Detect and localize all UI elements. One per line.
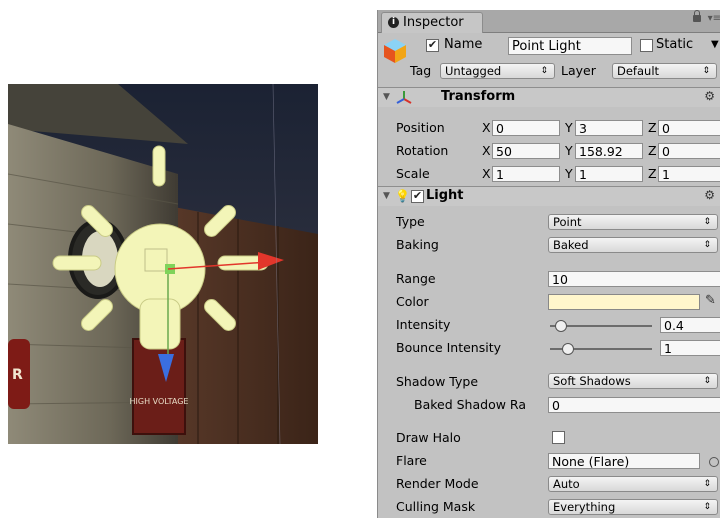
rotation-z-field[interactable]: 0 [658, 143, 720, 159]
foldout-arrow-icon[interactable]: ▼ [383, 191, 390, 201]
scale-z-label[interactable]: Z [648, 166, 657, 181]
name-field[interactable]: Point Light [508, 37, 632, 55]
chevron-icon: ⇕ [703, 217, 711, 227]
sign-high-voltage-text: HIGH VOLTAGE [130, 397, 189, 406]
chevron-icon: ⇕ [703, 502, 711, 512]
chevron-icon: ⇕ [702, 66, 710, 76]
rotation-label: Rotation [396, 143, 449, 158]
chevron-icon: ⇕ [703, 479, 711, 489]
object-active-checkbox[interactable]: ✔ [426, 39, 439, 52]
intensity-field[interactable]: 0.4 [660, 317, 720, 333]
shadow-type-value: Soft Shadows [553, 374, 631, 388]
chevron-icon: ⇕ [703, 240, 711, 250]
foldout-arrow-icon[interactable]: ▼ [383, 92, 390, 102]
position-y-label[interactable]: Y [565, 120, 573, 135]
position-z-field[interactable]: 0 [658, 120, 720, 136]
render-mode-value: Auto [553, 477, 580, 491]
scale-x-label[interactable]: X [482, 166, 491, 181]
render-mode-dropdown[interactable]: Auto ⇕ [548, 476, 718, 492]
type-label: Type [396, 214, 425, 229]
intensity-slider-knob[interactable] [555, 320, 568, 332]
eyedropper-icon[interactable]: ✎ [705, 293, 716, 308]
render-mode-label: Render Mode [396, 476, 479, 491]
bounce-intensity-label: Bounce Intensity [396, 340, 502, 355]
type-value: Point [553, 215, 582, 229]
color-swatch[interactable] [548, 294, 700, 310]
color-label: Color [396, 294, 429, 309]
range-label: Range [396, 271, 436, 286]
transform-header[interactable]: ▼ Transform ⚙ [378, 87, 720, 107]
tag-dropdown[interactable]: Untagged ⇕ [440, 63, 555, 79]
draw-halo-label: Draw Halo [396, 430, 461, 445]
bounce-slider-knob[interactable] [562, 343, 575, 355]
baking-label: Baking [396, 237, 439, 252]
bounce-intensity-field[interactable]: 1 [660, 340, 720, 356]
rotation-y-field[interactable]: 158.92 [575, 143, 643, 159]
sign-high-voltage [132, 338, 186, 435]
static-checkbox[interactable] [640, 39, 653, 52]
range-field[interactable]: 10 [548, 271, 720, 287]
lock-icon[interactable] [693, 10, 701, 22]
draw-halo-checkbox[interactable] [552, 431, 565, 444]
baked-shadow-field[interactable]: 0 [548, 397, 720, 413]
chevron-icon: ⇕ [703, 376, 711, 386]
scale-y-field[interactable]: 1 [575, 166, 643, 182]
rotation-x-label[interactable]: X [482, 143, 491, 158]
culling-mask-value: Everything [553, 500, 616, 514]
tag-value: Untagged [445, 64, 502, 78]
intensity-label: Intensity [396, 317, 451, 332]
gameobject-cube-icon [384, 39, 406, 63]
layer-value: Default [617, 64, 660, 78]
tab-bar: i Inspector ▾≡ [378, 10, 720, 33]
rotation-y-label[interactable]: Y [565, 143, 573, 158]
flare-field[interactable]: None (Flare) [548, 453, 700, 469]
position-x-field[interactable]: 0 [492, 120, 560, 136]
baking-dropdown[interactable]: Baked ⇕ [548, 237, 718, 253]
shadow-type-label: Shadow Type [396, 374, 479, 389]
position-x-label[interactable]: X [482, 120, 491, 135]
name-label: Name [444, 37, 483, 52]
tab-inspector[interactable]: i Inspector [381, 12, 483, 33]
tag-label: Tag [410, 63, 432, 78]
sign-left-text: R [12, 367, 23, 383]
panel-menu-icon[interactable]: ▾≡ [708, 13, 720, 24]
position-label: Position [396, 120, 445, 135]
static-label: Static [656, 37, 694, 52]
lightbulb-icon: 💡 [395, 189, 410, 203]
gear-icon[interactable]: ⚙ [704, 89, 715, 103]
scale-x-field[interactable]: 1 [492, 166, 560, 182]
position-z-label[interactable]: Z [648, 120, 657, 135]
light-header[interactable]: ▼ 💡 ✔ Light ⚙ [378, 186, 720, 206]
flare-label: Flare [396, 453, 427, 468]
light-enabled-checkbox[interactable]: ✔ [411, 190, 424, 203]
layer-dropdown[interactable]: Default ⇕ [612, 63, 717, 79]
chevron-icon: ⇕ [540, 66, 548, 76]
type-dropdown[interactable]: Point ⇕ [548, 214, 718, 230]
rotation-z-label[interactable]: Z [648, 143, 657, 158]
scale-y-label[interactable]: Y [565, 166, 573, 181]
tab-inspector-label: Inspector [403, 15, 464, 30]
transform-title: Transform [441, 89, 516, 104]
gear-icon[interactable]: ⚙ [704, 188, 715, 202]
scene-view[interactable]: R HIGH VOLTAGE [8, 84, 318, 444]
rotation-x-field[interactable]: 50 [492, 143, 560, 159]
object-picker-icon[interactable] [709, 457, 719, 467]
static-dropdown-icon[interactable]: ▼ [711, 39, 719, 50]
light-title: Light [426, 188, 464, 203]
position-y-field[interactable]: 3 [575, 120, 643, 136]
culling-mask-dropdown[interactable]: Everything ⇕ [548, 499, 718, 515]
scale-z-field[interactable]: 1 [658, 166, 720, 182]
inspector-panel: i Inspector ▾≡ ✔ Name Point Light Static… [377, 10, 720, 518]
scale-label: Scale [396, 166, 430, 181]
baking-value: Baked [553, 238, 589, 252]
info-icon: i [388, 17, 399, 28]
layer-label: Layer [561, 63, 596, 78]
shadow-type-dropdown[interactable]: Soft Shadows ⇕ [548, 373, 718, 389]
baked-shadow-label: Baked Shadow Ra [414, 397, 526, 412]
transform-axes-icon [396, 91, 412, 104]
culling-mask-label: Culling Mask [396, 499, 476, 514]
